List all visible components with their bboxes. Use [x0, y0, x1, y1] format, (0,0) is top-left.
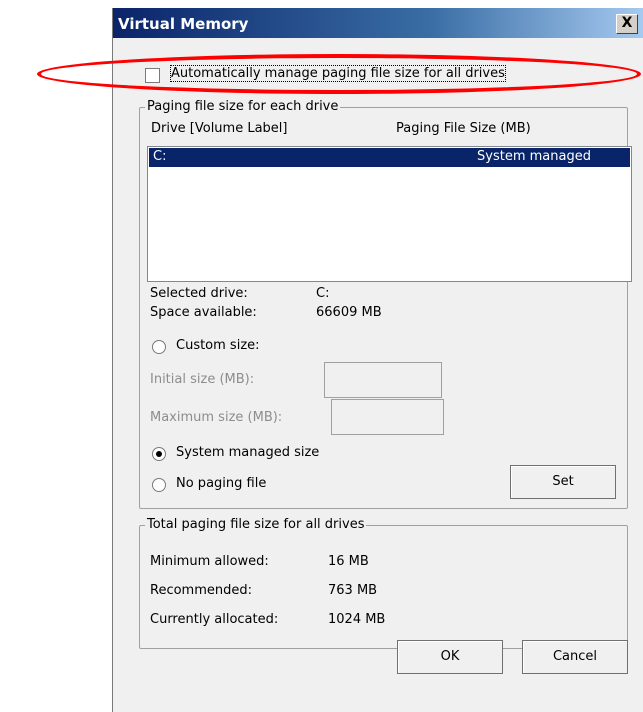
title-bar[interactable]: Virtual Memory X: [113, 8, 643, 38]
selected-drive-label: Selected drive:: [150, 286, 248, 301]
size-column-header: Paging File Size (MB): [396, 121, 531, 136]
selected-drive-value: C:: [316, 286, 330, 301]
total-group-legend: Total paging file size for all drives: [145, 517, 367, 532]
list-item-size: System managed: [477, 149, 591, 164]
drive-column-header: Drive [Volume Label]: [151, 121, 288, 136]
custom-size-label[interactable]: Custom size:: [176, 338, 260, 353]
initial-size-input[interactable]: [324, 362, 442, 398]
maximum-size-label: Maximum size (MB):: [150, 410, 283, 425]
drive-list[interactable]: C: System managed: [147, 146, 632, 282]
no-paging-label[interactable]: No paging file: [176, 476, 266, 491]
radio-selected-dot: [156, 451, 162, 457]
list-item[interactable]: C: System managed: [149, 148, 630, 167]
list-item-drive: C:: [153, 149, 167, 164]
ok-button[interactable]: OK: [397, 640, 503, 674]
initial-size-label: Initial size (MB):: [150, 372, 255, 387]
currently-allocated-label: Currently allocated:: [150, 612, 279, 627]
currently-allocated-value: 1024 MB: [328, 612, 386, 627]
no-paging-radio[interactable]: [152, 478, 166, 492]
recommended-value: 763 MB: [328, 583, 378, 598]
space-available-value: 66609 MB: [316, 305, 382, 320]
maximum-size-input[interactable]: [331, 399, 444, 435]
set-button[interactable]: Set: [510, 465, 616, 499]
minimum-allowed-value: 16 MB: [328, 554, 369, 569]
close-button[interactable]: X: [616, 14, 638, 34]
custom-size-radio[interactable]: [152, 340, 166, 354]
auto-manage-label[interactable]: Automatically manage paging file size fo…: [170, 65, 506, 82]
minimum-allowed-label: Minimum allowed:: [150, 554, 269, 569]
recommended-label: Recommended:: [150, 583, 252, 598]
cancel-button[interactable]: Cancel: [522, 640, 628, 674]
window-title: Virtual Memory: [118, 15, 249, 33]
system-managed-label[interactable]: System managed size: [176, 445, 319, 460]
auto-manage-checkbox[interactable]: [145, 68, 160, 83]
virtual-memory-dialog: Virtual Memory X Automatically manage pa…: [112, 8, 643, 712]
space-available-label: Space available:: [150, 305, 257, 320]
system-managed-radio[interactable]: [152, 447, 166, 461]
paging-group-legend: Paging file size for each drive: [145, 99, 341, 114]
